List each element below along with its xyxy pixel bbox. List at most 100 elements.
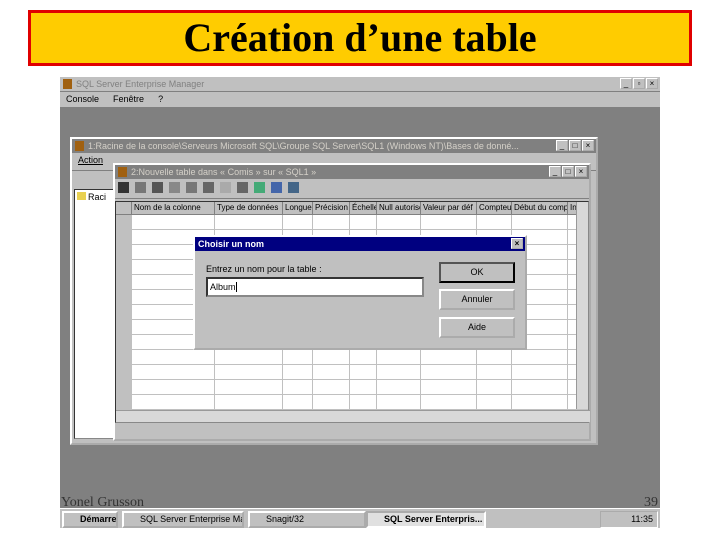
grid-cell[interactable] <box>116 245 132 259</box>
constraints-icon[interactable] <box>271 182 282 193</box>
grid-cell[interactable] <box>512 395 568 409</box>
grid-cell[interactable] <box>313 215 350 229</box>
grid-cell[interactable] <box>377 395 421 409</box>
indexes-icon[interactable] <box>254 182 265 193</box>
grid-cell[interactable] <box>421 380 477 394</box>
close-button[interactable]: × <box>646 78 658 89</box>
grid-cell[interactable] <box>283 350 313 364</box>
grid-cell[interactable] <box>116 320 132 334</box>
tables-icon[interactable] <box>288 182 299 193</box>
grid-cell[interactable] <box>283 215 313 229</box>
col-header[interactable]: Type de données <box>215 202 283 215</box>
grid-cell[interactable] <box>116 335 132 349</box>
cancel-button[interactable]: Annuler <box>439 289 515 310</box>
grid-cell[interactable] <box>283 395 313 409</box>
grid-cell[interactable] <box>283 365 313 379</box>
grid-cell[interactable] <box>116 350 132 364</box>
grid-cell[interactable] <box>116 230 132 244</box>
grid-cell[interactable] <box>377 380 421 394</box>
grid-cell[interactable] <box>350 380 377 394</box>
grid-cell[interactable] <box>132 215 215 229</box>
grid-cell[interactable] <box>116 305 132 319</box>
table-row[interactable] <box>116 350 588 365</box>
grid-cell[interactable] <box>377 350 421 364</box>
restore-button[interactable]: ▫ <box>633 78 645 89</box>
grid-cell[interactable] <box>377 365 421 379</box>
grid-cell[interactable] <box>512 380 568 394</box>
grid-cell[interactable] <box>283 380 313 394</box>
properties-icon[interactable] <box>135 182 146 193</box>
col-header[interactable]: Longueu <box>283 202 313 215</box>
save-icon[interactable] <box>118 182 129 193</box>
maximize-button[interactable]: □ <box>569 140 581 151</box>
menu-help[interactable]: ? <box>158 92 163 107</box>
grid-cell[interactable] <box>421 215 477 229</box>
grid-cell[interactable] <box>477 365 512 379</box>
close-button[interactable]: × <box>575 166 587 177</box>
taskbar-item[interactable]: Snagit/32 <box>248 511 366 528</box>
grid-cell[interactable] <box>116 380 132 394</box>
col-header[interactable]: Échelle <box>350 202 377 215</box>
grid-cell[interactable] <box>477 380 512 394</box>
grid-cell[interactable] <box>116 275 132 289</box>
relationships-icon[interactable] <box>237 182 248 193</box>
table-row[interactable] <box>116 365 588 380</box>
help-button[interactable]: Aide <box>439 317 515 338</box>
grid-cell[interactable] <box>512 365 568 379</box>
tree-item-root[interactable]: Raci <box>88 192 106 202</box>
maximize-button[interactable]: □ <box>562 166 574 177</box>
cut-icon[interactable] <box>169 182 180 193</box>
grid-cell[interactable] <box>116 395 132 409</box>
grid-cell[interactable] <box>421 350 477 364</box>
grid-cell[interactable] <box>313 365 350 379</box>
grid-cell[interactable] <box>477 350 512 364</box>
minimize-button[interactable]: _ <box>620 78 632 89</box>
grid-cell[interactable] <box>421 365 477 379</box>
grid-cell[interactable] <box>313 380 350 394</box>
script-icon[interactable] <box>152 182 163 193</box>
grid-cell[interactable] <box>215 395 283 409</box>
vertical-scrollbar[interactable] <box>576 202 588 409</box>
col-header[interactable]: Nom de la colonne <box>132 202 215 215</box>
minimize-button[interactable]: _ <box>549 166 561 177</box>
table-row[interactable] <box>116 395 588 410</box>
grid-cell[interactable] <box>421 395 477 409</box>
grid-cell[interactable] <box>132 380 215 394</box>
action-menu[interactable]: Action <box>78 155 103 165</box>
paste-icon[interactable] <box>203 182 214 193</box>
col-header[interactable]: Valeur par déf <box>421 202 477 215</box>
taskbar-item[interactable]: SQL Server Enterprise Ma... <box>122 511 244 528</box>
grid-cell[interactable] <box>215 350 283 364</box>
grid-cell[interactable] <box>377 215 421 229</box>
grid-cell[interactable] <box>477 395 512 409</box>
menu-window[interactable]: Fenêtre <box>113 92 144 107</box>
col-header[interactable]: Null autorisé <box>377 202 421 215</box>
taskbar-item-active[interactable]: SQL Server Enterpris... <box>366 511 486 528</box>
start-button[interactable]: Démarrer <box>62 511 118 528</box>
col-header[interactable]: Compteu <box>477 202 512 215</box>
grid-cell[interactable] <box>215 215 283 229</box>
key-icon[interactable] <box>220 182 231 193</box>
grid-cell[interactable] <box>116 215 132 229</box>
grid-cell[interactable] <box>350 215 377 229</box>
table-row[interactable] <box>116 380 588 395</box>
grid-cell[interactable] <box>477 215 512 229</box>
menu-console[interactable]: Console <box>66 92 99 107</box>
dialog-close-button[interactable]: × <box>511 238 523 249</box>
table-row[interactable] <box>116 215 588 230</box>
close-button[interactable]: × <box>582 140 594 151</box>
grid-cell[interactable] <box>350 395 377 409</box>
grid-cell[interactable] <box>116 290 132 304</box>
grid-cell[interactable] <box>512 350 568 364</box>
col-header[interactable]: Précision <box>313 202 350 215</box>
grid-cell[interactable] <box>116 260 132 274</box>
grid-cell[interactable] <box>512 215 568 229</box>
minimize-button[interactable]: _ <box>556 140 568 151</box>
grid-cell[interactable] <box>132 350 215 364</box>
copy-icon[interactable] <box>186 182 197 193</box>
grid-cell[interactable] <box>215 365 283 379</box>
horizontal-scrollbar[interactable] <box>116 410 590 422</box>
table-name-input[interactable]: Album <box>206 277 424 297</box>
ok-button[interactable]: OK <box>439 262 515 283</box>
grid-cell[interactable] <box>313 395 350 409</box>
